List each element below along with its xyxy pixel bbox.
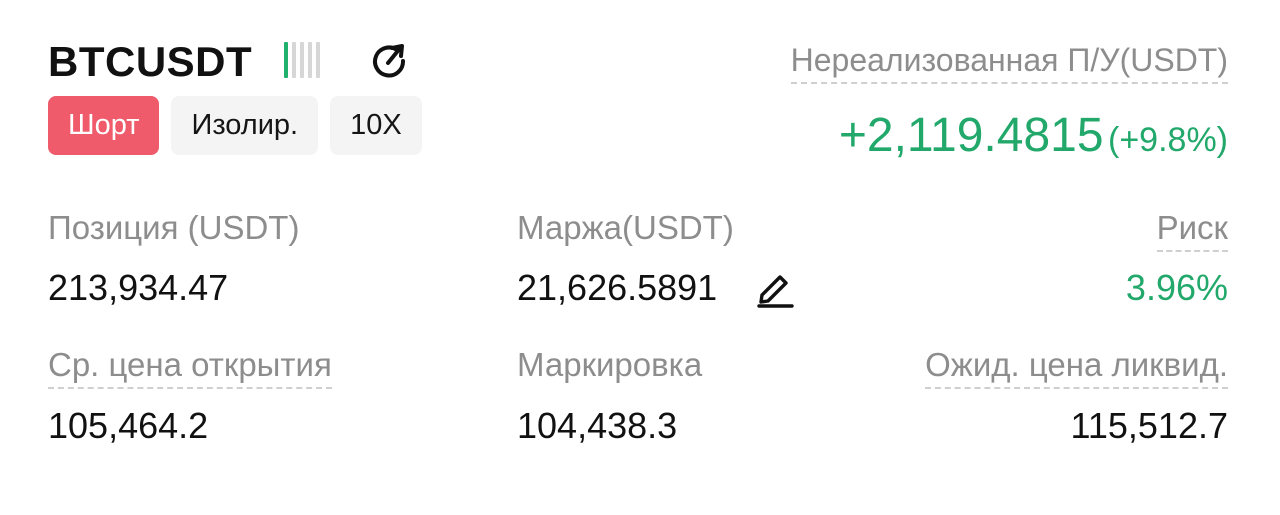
margin-mode-button[interactable]: Изолир. [171,96,319,155]
risk-value: 3.96% [1125,267,1228,308]
leverage-button[interactable]: 10X [330,96,422,155]
position-size-value: 213,934.47 [48,267,229,308]
position-size-label: Позиция (USDT) [48,209,300,246]
pnl-amount: +2,119.4815 [838,109,1104,162]
entry-price-value: 105,464.2 [48,405,209,446]
symbol-title[interactable]: BTCUSDT [48,38,252,86]
margin-value: 21,626.5891 [517,267,718,308]
margin-label: Маржа(USDT) [517,209,734,246]
position-tags: Шорт Изолир. 10X [48,96,422,155]
entry-price-label[interactable]: Ср. цена открытия [48,345,332,389]
liquidation-price-label[interactable]: Ожид. цена ликвид. [925,345,1228,389]
mark-price-value: 104,438.3 [517,405,678,446]
liquidation-price-value: 115,512.7 [1070,405,1228,446]
unrealized-pnl-value: +2,119.4815 (+9.8%) [839,106,1228,177]
share-icon[interactable] [366,40,412,82]
risk-label[interactable]: Риск [1156,208,1228,252]
adl-bars-icon [284,42,320,78]
pnl-percent: (+9.8%) [1108,121,1228,159]
edit-pencil-icon[interactable] [754,266,796,308]
position-card: BTCUSDT Шорт Изолир. 10X Нереализованная… [0,0,1280,515]
unrealized-pnl-label[interactable]: Нереализованная П/У(USDT) [790,40,1228,84]
mark-price-label: Маркировка [517,346,703,383]
side-badge: Шорт [48,96,160,155]
